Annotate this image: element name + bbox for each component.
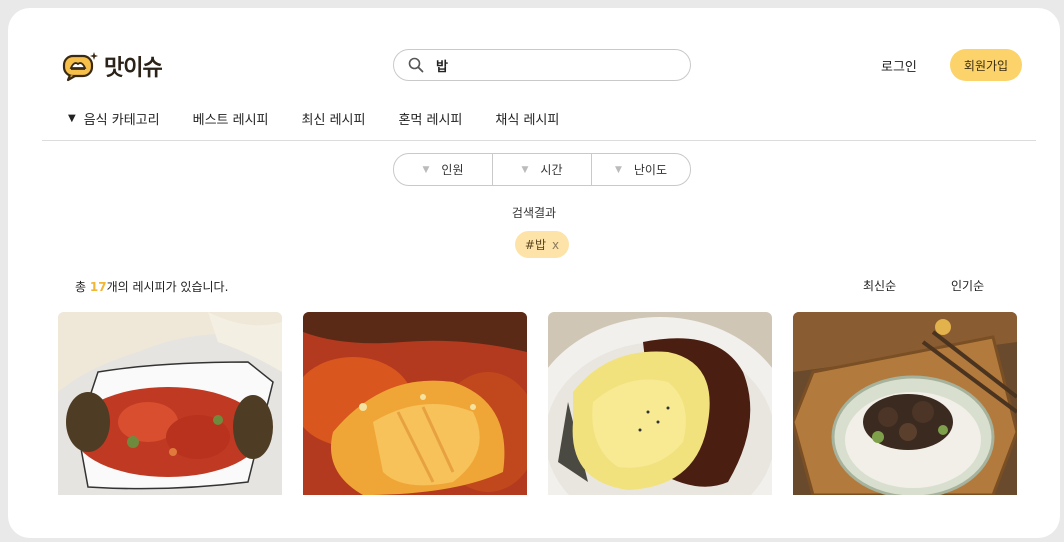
main-nav: ▼ 음식 카테고리 베스트 레시피 최신 레시피 혼먹 레시피 채식 레시피: [68, 109, 592, 128]
recipe-card[interactable]: [303, 312, 527, 495]
nav-solo-recipes[interactable]: 혼먹 레시피: [398, 109, 462, 128]
filter-time-label: 시간: [540, 163, 563, 177]
filter-servings-label: 인원: [441, 163, 464, 177]
nav-divider: [42, 140, 1036, 141]
search-input[interactable]: [434, 56, 668, 74]
signup-button[interactable]: 회원가입: [950, 49, 1022, 81]
search-results-label: 검색결과: [511, 206, 557, 220]
recipe-card[interactable]: [793, 312, 1017, 495]
caret-down-icon: ▼: [521, 164, 529, 175]
spicy-pork-stirfry-image: [58, 312, 282, 495]
logo[interactable]: 맛이슈: [62, 48, 163, 84]
header: 맛이슈 로그인 회원가입: [8, 8, 1060, 108]
sort-latest[interactable]: 최신순: [863, 277, 896, 294]
result-count-prefix: 총: [75, 280, 90, 294]
filter-bar: ▼ 인원 ▼ 시간 ▼ 난이도: [393, 153, 691, 186]
search-icon[interactable]: [408, 57, 424, 73]
nav-food-category[interactable]: ▼ 음식 카테고리: [68, 109, 160, 128]
filter-difficulty-label: 난이도: [633, 163, 668, 177]
nav-food-category-label: 음식 카테고리: [83, 113, 160, 128]
nav-best-recipes[interactable]: 베스트 레시피: [193, 109, 269, 128]
nav-vegetarian-recipes[interactable]: 채식 레시피: [495, 109, 559, 128]
search-tag-chip: #밥 x: [515, 231, 569, 258]
nav-latest-recipes[interactable]: 최신 레시피: [302, 109, 366, 128]
recipe-card[interactable]: [58, 312, 282, 495]
sort-popular[interactable]: 인기순: [951, 277, 984, 294]
search-tag-label: #밥: [524, 238, 546, 252]
recipe-card[interactable]: [548, 312, 772, 495]
filter-time[interactable]: ▼ 시간: [492, 154, 591, 185]
result-count-number: 17: [89, 280, 107, 294]
filter-servings[interactable]: ▼ 인원: [394, 154, 492, 185]
remove-tag-button[interactable]: x: [552, 238, 559, 252]
eggplant-rice-bowl-image: [793, 312, 1017, 495]
braised-fish-image: [303, 312, 527, 495]
logo-icon: [62, 52, 98, 82]
caret-down-icon: ▼: [68, 113, 76, 124]
omurice-image: [548, 312, 772, 495]
result-count-suffix: 개의 레시피가 있습니다.: [106, 280, 229, 294]
search-bar[interactable]: [393, 49, 691, 81]
page-frame: 맛이슈 로그인 회원가입 ▼ 음식 카테고리 베스트 레시피 최신 레시피 혼먹…: [8, 8, 1060, 538]
logo-text: 맛이슈: [104, 56, 163, 81]
caret-down-icon: ▼: [614, 164, 622, 175]
caret-down-icon: ▼: [422, 164, 430, 175]
filter-difficulty[interactable]: ▼ 난이도: [591, 154, 690, 185]
login-link[interactable]: 로그인: [881, 56, 917, 75]
result-count: 총 17개의 레시피가 있습니다.: [75, 278, 228, 295]
